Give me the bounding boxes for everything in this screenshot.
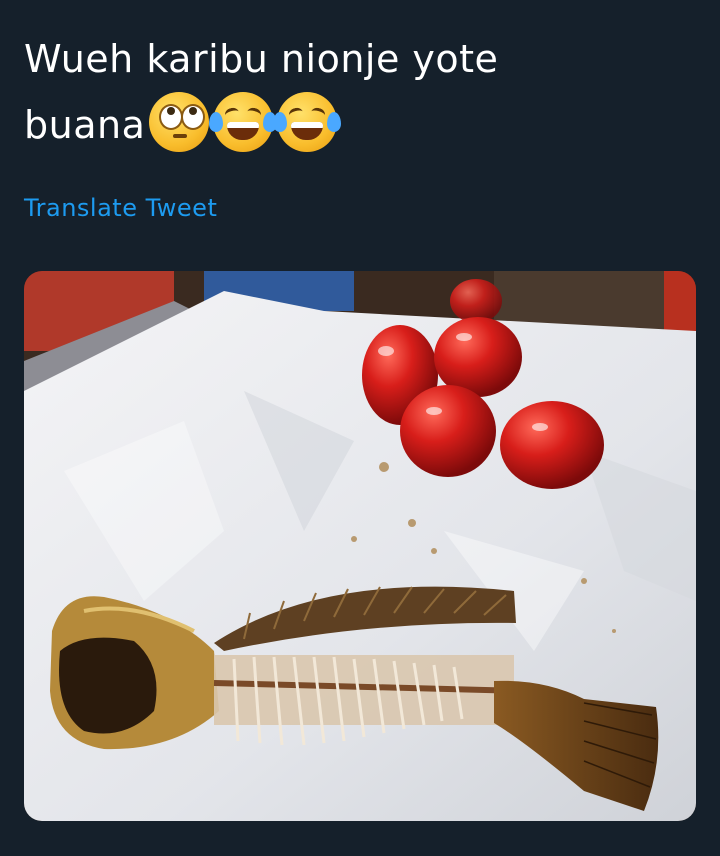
fish-and-tomatoes-photo [24,271,696,821]
tears-of-joy-emoji-icon [273,92,342,152]
tweet-photo[interactable] [24,271,696,821]
rolling-eyes-emoji-icon [149,92,210,152]
tweet-text: Wueh karibu nionje yote buana [24,26,704,158]
tears-of-joy-emoji-icon [209,92,278,152]
tweet-text-line2: buana [24,103,146,147]
tweet-text-line1: Wueh karibu nionje yote [24,37,499,81]
translate-tweet-link[interactable]: Translate Tweet [24,194,217,222]
